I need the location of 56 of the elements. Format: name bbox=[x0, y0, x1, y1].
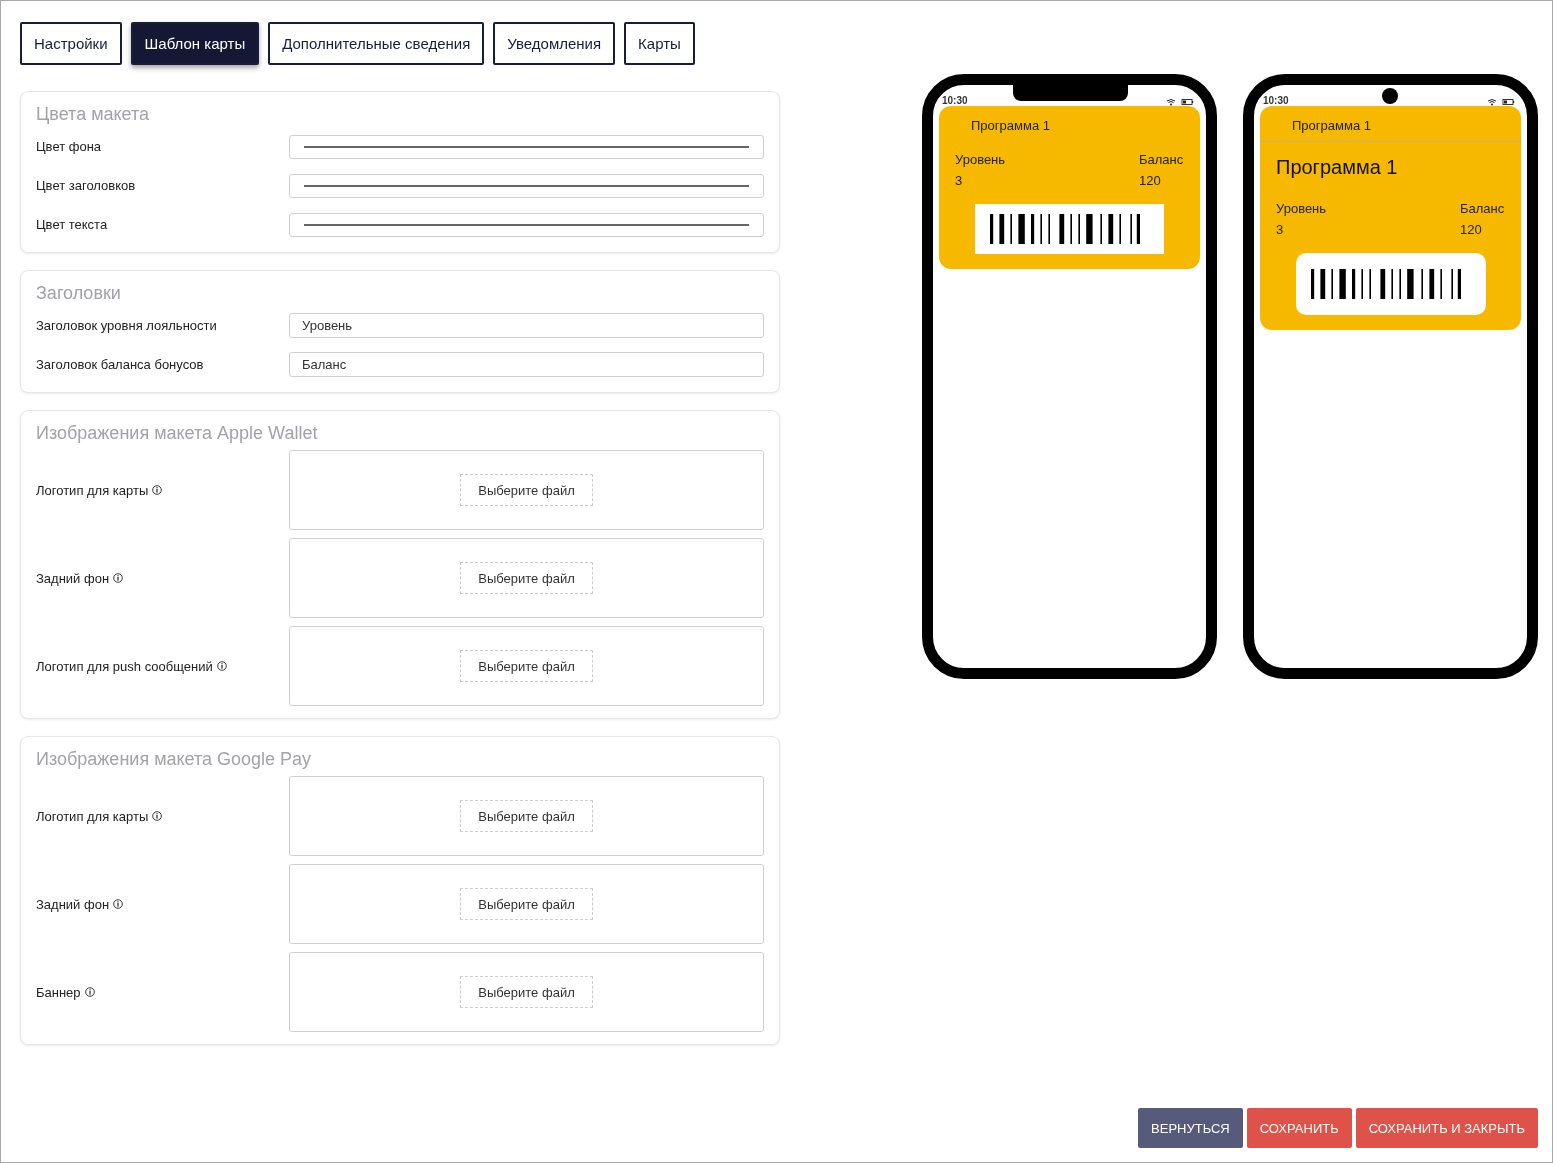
tab[interactable]: Дополнительные сведения bbox=[268, 22, 485, 65]
choose-file-button[interactable]: Выберите файл bbox=[460, 888, 593, 920]
info-icon bbox=[216, 661, 227, 671]
input-field[interactable]: Уровень bbox=[289, 313, 764, 338]
action-button[interactable]: СОХРАНИТЬ И ЗАКРЫТЬ bbox=[1355, 1108, 1538, 1148]
choose-file-button[interactable]: Выберите файл bbox=[460, 650, 593, 682]
choose-file-button[interactable]: Выберите файл bbox=[460, 474, 593, 506]
info-icon bbox=[152, 811, 163, 821]
info-icon bbox=[113, 899, 124, 909]
level-label: Уровень bbox=[1276, 201, 1327, 216]
field-label: Баннер bbox=[36, 984, 81, 1000]
color-field[interactable] bbox=[289, 173, 764, 198]
balance-label: Баланс bbox=[1460, 201, 1505, 216]
action-button[interactable]: ВЕРНУТЬСЯ bbox=[1138, 1108, 1243, 1148]
info-icon bbox=[152, 485, 163, 495]
section-title: Цвета макета bbox=[36, 104, 151, 125]
input-field[interactable]: Баланс bbox=[289, 352, 764, 377]
field-label: Логотип для карты bbox=[36, 808, 149, 824]
level-value: 3 bbox=[955, 173, 964, 188]
section-title: Изображения макета Google Pay bbox=[36, 749, 313, 770]
tab[interactable]: Шаблон карты bbox=[130, 22, 260, 65]
field-label: Задний фон bbox=[36, 570, 110, 586]
card-header: Программа 1 bbox=[971, 118, 1050, 133]
color-field[interactable] bbox=[289, 212, 764, 237]
tab[interactable]: Уведомления bbox=[493, 22, 616, 65]
balance-value: 120 bbox=[1460, 222, 1483, 237]
card-title: Программа 1 bbox=[1275, 155, 1399, 179]
field-label: Цвет фона bbox=[36, 139, 102, 154]
status-icons bbox=[1487, 98, 1515, 106]
info-icon bbox=[113, 573, 124, 583]
field-label: Задний фон bbox=[36, 896, 110, 912]
field-label: Цвет текста bbox=[36, 217, 108, 232]
status-time: 10:30 bbox=[942, 95, 968, 106]
balance-value: 120 bbox=[1139, 173, 1162, 188]
field-label: Заголовок уровня лояльности bbox=[36, 318, 217, 333]
level-value: 3 bbox=[1276, 222, 1285, 237]
card-header: Программа 1 bbox=[1292, 118, 1371, 133]
status-icons bbox=[1166, 98, 1194, 106]
status-time: 10:30 bbox=[1263, 95, 1289, 106]
section-title: Изображения макета Apple Wallet bbox=[36, 423, 319, 444]
tab[interactable]: Карты bbox=[624, 22, 695, 65]
choose-file-button[interactable]: Выберите файл bbox=[460, 976, 593, 1008]
camera-icon bbox=[1382, 88, 1398, 104]
color-field[interactable] bbox=[289, 134, 764, 159]
field-label: Логотип для карты bbox=[36, 482, 149, 498]
field-label: Логотип для push сообщений bbox=[36, 658, 213, 674]
section-title: Заголовки bbox=[36, 283, 122, 304]
field-label: Заголовок баланса бонусов bbox=[36, 357, 204, 372]
field-label: Цвет заголовков bbox=[36, 178, 136, 193]
tab[interactable]: Настройки bbox=[20, 22, 122, 65]
choose-file-button[interactable]: Выберите файл bbox=[460, 562, 593, 594]
level-label: Уровень bbox=[955, 152, 1006, 167]
balance-label: Баланс bbox=[1139, 152, 1184, 167]
info-icon bbox=[84, 987, 95, 997]
choose-file-button[interactable]: Выберите файл bbox=[460, 800, 593, 832]
action-button[interactable]: СОХРАНИТЬ bbox=[1246, 1108, 1352, 1148]
